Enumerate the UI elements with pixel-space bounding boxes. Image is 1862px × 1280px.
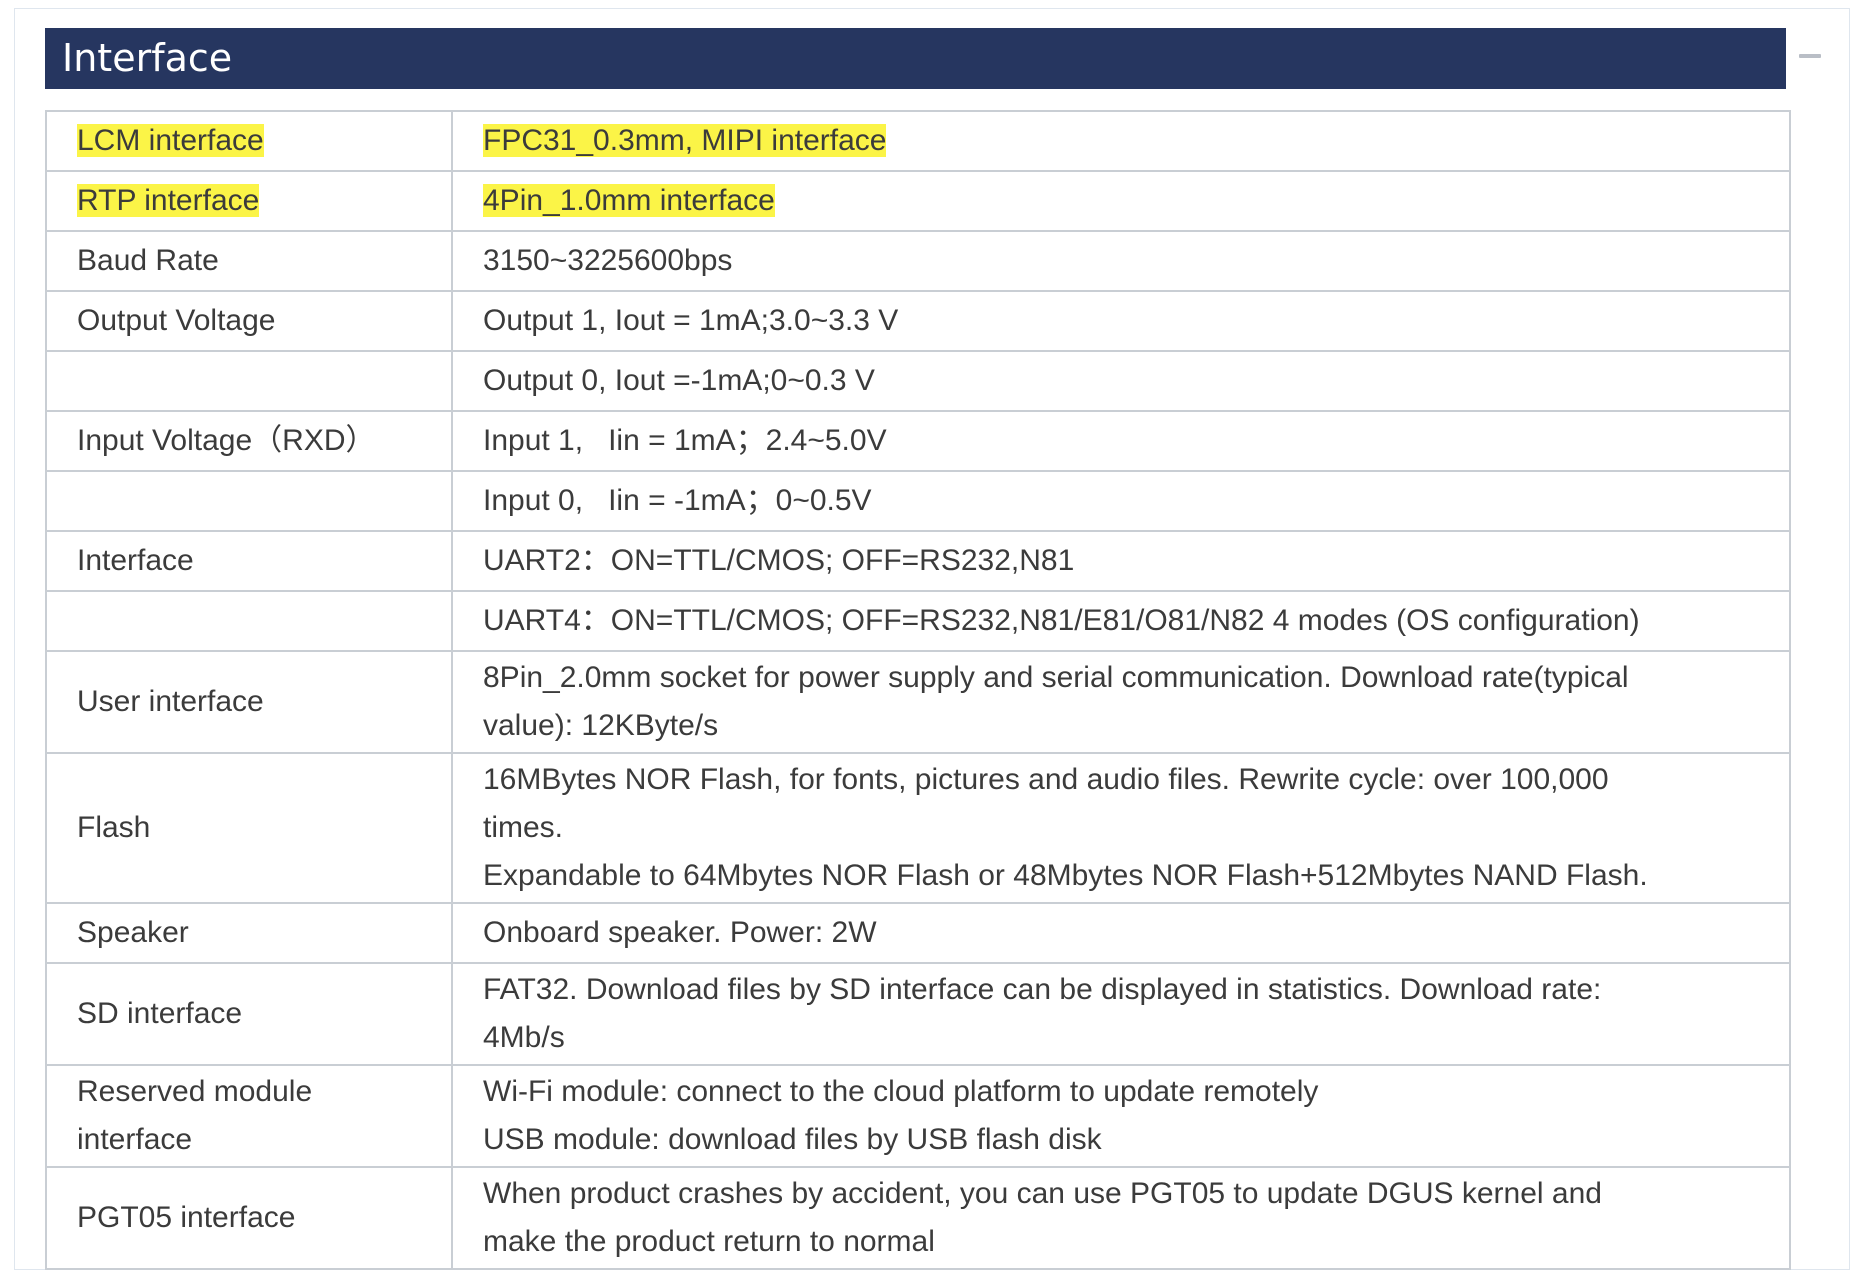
row-value-line: value): 12KByte/s bbox=[483, 709, 719, 742]
table-row: Interface UART2：ON=TTL/CMOS; OFF=RS232,N… bbox=[45, 530, 1791, 592]
row-label: Speaker bbox=[45, 902, 453, 964]
row-value: Output 1, Iout = 1mA;3.0~3.3 V bbox=[451, 290, 1791, 352]
table-row: UART4：ON=TTL/CMOS; OFF=RS232,N81/E81/O81… bbox=[45, 590, 1791, 652]
row-value-line: 4Mb/s bbox=[483, 1021, 565, 1054]
row-label: Reserved module interface bbox=[45, 1064, 453, 1168]
table-row: PGT05 interface When product crashes by … bbox=[45, 1166, 1791, 1270]
section-title: Interface bbox=[62, 36, 233, 80]
row-value-line: 16MBytes NOR Flash, for fonts, pictures … bbox=[483, 763, 1609, 796]
row-value: Onboard speaker. Power: 2W bbox=[451, 902, 1791, 964]
row-value: 8Pin_2.0mm socket for power supply and s… bbox=[451, 650, 1791, 754]
row-label: PGT05 interface bbox=[45, 1166, 453, 1270]
row-label: Interface bbox=[45, 530, 453, 592]
table-row: Flash 16MBytes NOR Flash, for fonts, pic… bbox=[45, 752, 1791, 904]
row-label: User interface bbox=[45, 650, 453, 754]
table-row: Input 0, Iin = -1mA；0~0.5V bbox=[45, 470, 1791, 532]
row-value-line: When product crashes by accident, you ca… bbox=[483, 1177, 1602, 1210]
row-value: UART2：ON=TTL/CMOS; OFF=RS232,N81 bbox=[451, 530, 1791, 592]
row-value: Wi-Fi module: connect to the cloud platf… bbox=[451, 1064, 1791, 1168]
row-value-text: FPC31_0.3mm, MIPI interface bbox=[483, 124, 887, 157]
table-row: Reserved module interface Wi-Fi module: … bbox=[45, 1064, 1791, 1168]
row-value: 4Pin_1.0mm interface bbox=[451, 170, 1791, 232]
row-label: LCM interface bbox=[45, 110, 453, 172]
row-label bbox=[45, 350, 453, 412]
row-label-text: LCM interface bbox=[77, 124, 264, 157]
row-value: FPC31_0.3mm, MIPI interface bbox=[451, 110, 1791, 172]
row-label-text: RTP interface bbox=[77, 184, 260, 217]
row-label-line: Reserved module bbox=[77, 1075, 313, 1108]
table-row: RTP interface 4Pin_1.0mm interface bbox=[45, 170, 1791, 232]
table-row: SD interface FAT32. Download files by SD… bbox=[45, 962, 1791, 1066]
row-value: FAT32. Download files by SD interface ca… bbox=[451, 962, 1791, 1066]
row-label-line: interface bbox=[77, 1123, 193, 1156]
table-row: Baud Rate 3150~3225600bps bbox=[45, 230, 1791, 292]
table-row: User interface 8Pin_2.0mm socket for pow… bbox=[45, 650, 1791, 754]
minus-icon bbox=[1799, 54, 1821, 58]
row-value-line: USB module: download files by USB flash … bbox=[483, 1123, 1102, 1156]
table-row: Output 0, Iout =-1mA;0~0.3 V bbox=[45, 350, 1791, 412]
table-row: Input Voltage（RXD） Input 1, Iin = 1mA；2.… bbox=[45, 410, 1791, 472]
row-label: Input Voltage（RXD） bbox=[45, 410, 453, 472]
row-value-line: Expandable to 64Mbytes NOR Flash or 48Mb… bbox=[483, 859, 1648, 892]
row-value-line: 8Pin_2.0mm socket for power supply and s… bbox=[483, 661, 1629, 694]
table-row: Output Voltage Output 1, Iout = 1mA;3.0~… bbox=[45, 290, 1791, 352]
row-label: RTP interface bbox=[45, 170, 453, 232]
row-value: Input 0, Iin = -1mA；0~0.5V bbox=[451, 470, 1791, 532]
row-value-line: make the product return to normal bbox=[483, 1225, 935, 1258]
row-label: Baud Rate bbox=[45, 230, 453, 292]
table-row: Speaker Onboard speaker. Power: 2W bbox=[45, 902, 1791, 964]
table-row: LCM interface FPC31_0.3mm, MIPI interfac… bbox=[45, 110, 1791, 172]
row-value: Output 0, Iout =-1mA;0~0.3 V bbox=[451, 350, 1791, 412]
row-value-line: Wi-Fi module: connect to the cloud platf… bbox=[483, 1075, 1319, 1108]
row-label: Flash bbox=[45, 752, 453, 904]
section-header[interactable]: Interface bbox=[45, 28, 1786, 89]
collapse-button[interactable] bbox=[1796, 46, 1826, 66]
row-value: Input 1, Iin = 1mA；2.4~5.0V bbox=[451, 410, 1791, 472]
row-value-line: times. bbox=[483, 811, 564, 844]
row-value: 16MBytes NOR Flash, for fonts, pictures … bbox=[451, 752, 1791, 904]
row-value: 3150~3225600bps bbox=[451, 230, 1791, 292]
row-label: SD interface bbox=[45, 962, 453, 1066]
row-value: When product crashes by accident, you ca… bbox=[451, 1166, 1791, 1270]
spec-table: LCM interface FPC31_0.3mm, MIPI interfac… bbox=[45, 110, 1791, 1270]
row-label: Output Voltage bbox=[45, 290, 453, 352]
row-label bbox=[45, 470, 453, 532]
row-value-text: 4Pin_1.0mm interface bbox=[483, 184, 775, 217]
row-label bbox=[45, 590, 453, 652]
row-value-line: FAT32. Download files by SD interface ca… bbox=[483, 973, 1602, 1006]
row-value: UART4：ON=TTL/CMOS; OFF=RS232,N81/E81/O81… bbox=[451, 590, 1791, 652]
